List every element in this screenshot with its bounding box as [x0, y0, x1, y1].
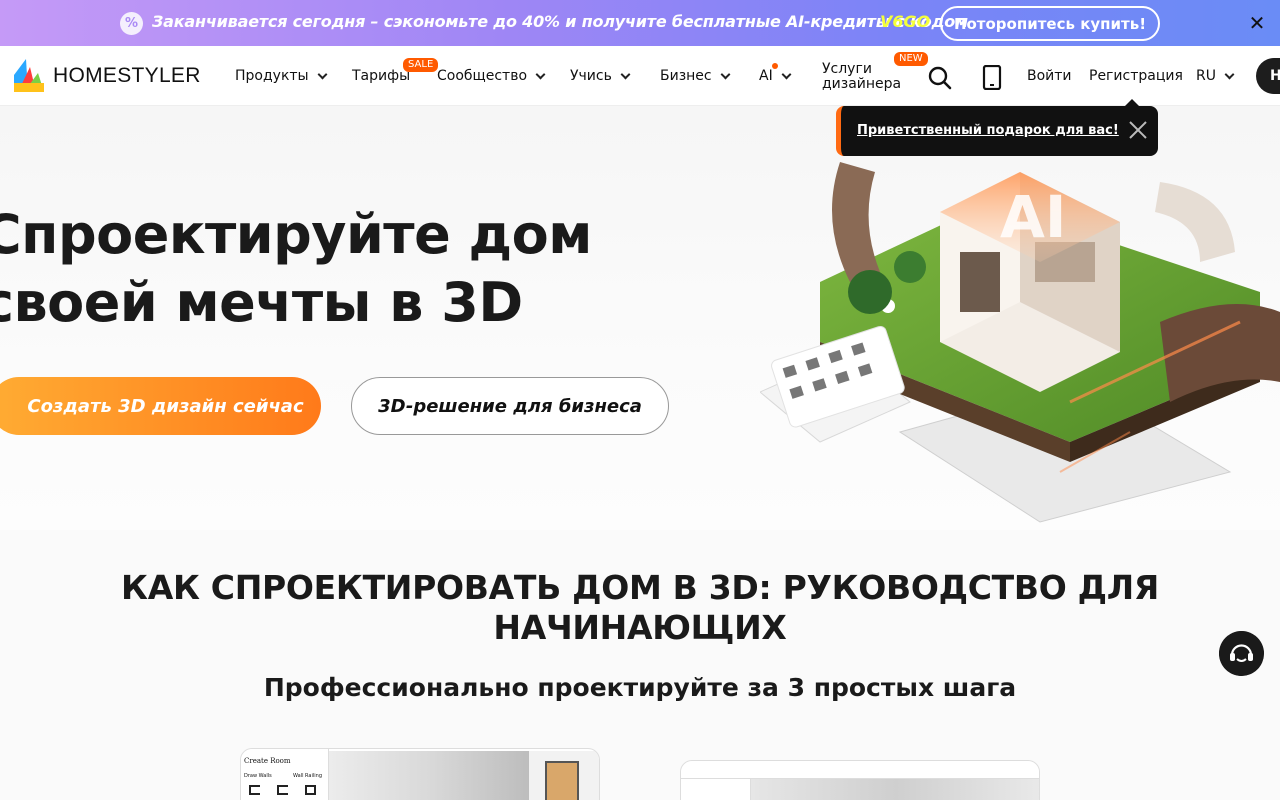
thumbnail-3d-view: [329, 751, 529, 800]
step-thumbnail-2[interactable]: [680, 760, 1040, 800]
ai-art-label: AI: [1000, 183, 1066, 251]
promo-text: Заканчивается сегодня – сэкономьте до 40…: [152, 12, 968, 31]
promo-buy-button[interactable]: Поторопитесь купить!: [940, 6, 1160, 41]
guide-title-line2: НАЧИНАЮЩИХ: [493, 608, 787, 647]
hero-title-line2: своей мечты в 3D: [0, 271, 523, 334]
nav-products-label: Продукты: [235, 68, 309, 84]
chevron-down-icon: [317, 69, 328, 79]
nav-learn-label: Учись: [570, 68, 612, 84]
chevron-down-icon: [720, 69, 731, 79]
nav-ai-label: AI: [759, 68, 773, 84]
logo-icon: [14, 59, 44, 92]
chevron-down-icon: [620, 69, 631, 79]
nav-pricing[interactable]: Тарифы: [352, 68, 410, 84]
guide-title: КАК СПРОЕКТИРОВАТЬ ДОМ В 3D: РУКОВОДСТВО…: [0, 568, 1280, 648]
thumbnail-sidebar: Create Room Draw Walls Wall Railing: [241, 749, 329, 800]
register-link[interactable]: Регистрация: [1089, 68, 1183, 84]
room-tool-icon: [305, 785, 316, 795]
hero-section: Спроектируйте дом своей мечты в 3D Созда…: [0, 106, 1280, 530]
sale-badge: SALE: [403, 58, 439, 72]
nav-designer-services[interactable]: Услуги дизайнера: [822, 62, 901, 92]
close-icon[interactable]: [1127, 119, 1149, 141]
promo-code: V6GO: [880, 12, 931, 31]
nav-learn[interactable]: Учись: [570, 68, 631, 84]
language-selector[interactable]: RU: [1196, 68, 1235, 84]
chevron-down-icon: [535, 69, 546, 79]
guide-subtitle: Профессионально проектируйте за 3 просты…: [263, 673, 1017, 702]
nav-ai[interactable]: AI: [759, 68, 792, 84]
percent-icon: %: [120, 12, 143, 35]
promo-banner: % Заканчивается сегодня – сэкономьте до …: [0, 0, 1280, 46]
chevron-down-icon: [781, 69, 792, 79]
start-button[interactable]: Н: [1256, 58, 1280, 94]
thumbnail-item: Draw Walls: [244, 773, 272, 779]
thumbnail-toolbar: [681, 761, 1039, 779]
new-badge: NEW: [894, 52, 928, 66]
business-solution-button[interactable]: 3D-решение для бизнеса: [351, 377, 669, 435]
brand-name: HOMESTYLER: [53, 63, 201, 87]
nav-business-label: Бизнес: [660, 68, 712, 84]
guide-title-line1: КАК СПРОЕКТИРОВАТЬ ДОМ В 3D: РУКОВОДСТВО…: [121, 568, 1159, 607]
thumbnail-item: Wall Railing: [293, 773, 322, 779]
top-nav: HOMESTYLER Продукты Тарифы SALE Сообщест…: [0, 46, 1280, 106]
hero-house-illustration: AI: [760, 162, 1280, 523]
floorplan-room: [545, 761, 579, 800]
nav-business[interactable]: Бизнес: [660, 68, 731, 84]
ai-dot: [772, 63, 778, 69]
language-label: RU: [1196, 68, 1216, 84]
thumbnail-floorplan: [529, 751, 599, 800]
welcome-gift-link[interactable]: Приветственный подарок для вас!: [857, 123, 1119, 138]
mobile-app-icon[interactable]: [982, 65, 1002, 90]
logo[interactable]: HOMESTYLER: [14, 59, 201, 92]
thumbnail-label: Create Room: [244, 757, 291, 765]
nav-community-label: Сообщество: [437, 68, 528, 84]
nav-pricing-label: Тарифы: [352, 68, 411, 84]
nav-products[interactable]: Продукты: [235, 68, 328, 84]
hero-title-line1: Спроектируйте дом: [0, 203, 592, 266]
hero-title: Спроектируйте дом своей мечты в 3D: [0, 201, 592, 337]
thumbnail-canvas: [751, 779, 1039, 800]
chevron-down-icon: [1224, 69, 1235, 79]
thumbnail-panel: [681, 779, 751, 800]
nav-community[interactable]: Сообщество: [437, 68, 546, 84]
login-link[interactable]: Войти: [1027, 68, 1072, 84]
wall-tool-icon: [249, 785, 260, 795]
welcome-gift-tooltip: Приветственный подарок для вас!: [836, 106, 1158, 156]
create-3d-design-button[interactable]: Создать 3D дизайн сейчас: [0, 377, 321, 435]
support-chat-icon[interactable]: [1219, 631, 1264, 676]
step-thumbnail-1[interactable]: Create Room Draw Walls Wall Railing: [240, 748, 600, 800]
services-line1: Услуги: [822, 61, 872, 77]
guide-section: КАК СПРОЕКТИРОВАТЬ ДОМ В 3D: РУКОВОДСТВО…: [0, 530, 1280, 800]
wall-tool-icon: [277, 785, 288, 795]
search-icon[interactable]: [928, 66, 952, 90]
close-icon[interactable]: ✕: [1246, 12, 1268, 34]
services-line2: дизайнера: [822, 76, 902, 92]
